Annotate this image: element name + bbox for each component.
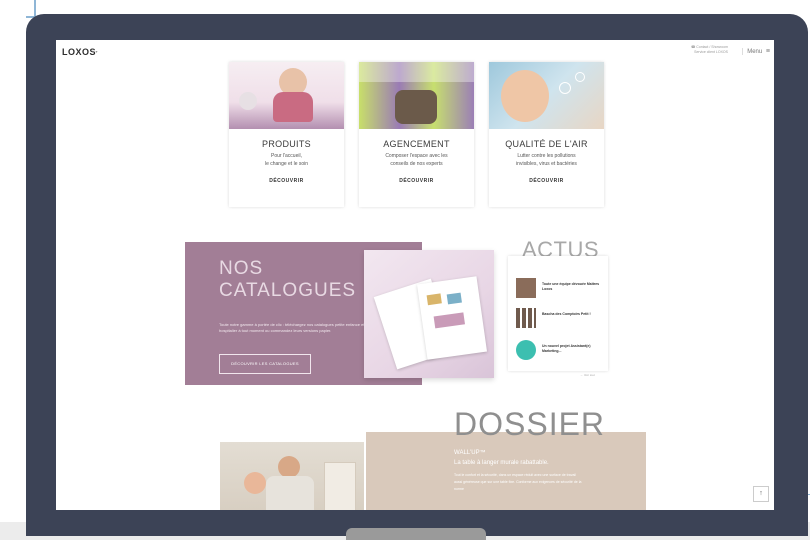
card-image <box>359 62 474 129</box>
contact-links[interactable]: ☎ Contact / Showroom Service client LOXO… <box>691 45 728 55</box>
news-item[interactable]: Toute une équipe dévouée Maîtres Loxos <box>516 278 606 302</box>
discover-link[interactable]: DÉCOUVRIR <box>229 178 344 184</box>
news-item[interactable]: Bascha des Comptoirs Petit ! <box>516 308 606 332</box>
title-line: CATALOGUES <box>219 280 357 301</box>
title-line: NOS <box>219 258 264 279</box>
news-title: Un nouvel projet Assistant(e) Marketing.… <box>542 344 591 353</box>
logo[interactable]: LOXOS <box>62 47 96 57</box>
dossier-subtitle: La table à langer murale rabattable. <box>454 460 549 466</box>
news-thumbnail <box>516 278 536 298</box>
hamburger-icon: ≡ <box>765 48 770 55</box>
card-image <box>489 62 604 129</box>
dossier-panel <box>366 432 646 510</box>
card-agencement[interactable]: AGENCEMENT Composer l'espace avec les co… <box>359 62 474 207</box>
desc-line: invisibles, virus et bactéries <box>516 161 577 167</box>
menu-label: Menu <box>747 49 763 55</box>
monitor-stand <box>346 528 486 540</box>
desc-line: conseils de nos experts <box>390 161 443 167</box>
news-item[interactable]: Un nouvel projet Assistant(e) Marketing.… <box>516 340 606 364</box>
card-title: AGENCEMENT <box>383 139 450 149</box>
card-description: Lutter contre les pollutions invisibles,… <box>489 152 604 168</box>
discover-link[interactable]: DÉCOUVRIR <box>359 178 474 184</box>
desc-line: Pour l'accueil, <box>271 153 302 159</box>
card-produits[interactable]: PRODUITS Pour l'accueil, le change et le… <box>229 62 344 207</box>
card-description: Composer l'espace avec les conseils de n… <box>359 152 474 168</box>
desc-line: Lutter contre les pollutions <box>517 153 576 159</box>
news-title: Bascha des Comptoirs Petit ! <box>542 312 591 316</box>
news-thumbnail <box>516 308 536 328</box>
discover-link[interactable]: DÉCOUVRIR <box>489 178 604 184</box>
dossier-product[interactable]: WALL'UP™ <box>454 450 486 456</box>
news-title: Toute une équipe dévouée Maîtres Loxos <box>542 282 600 291</box>
scroll-top-button[interactable]: ↑ <box>753 486 769 502</box>
desc-line: le change et le soin <box>264 161 309 167</box>
dossier-photo[interactable] <box>220 442 364 510</box>
news-thumbnail <box>516 340 536 360</box>
card-image <box>229 62 344 129</box>
catalogue-book <box>417 276 487 360</box>
catalogues-text: Toute notre gamme à portée de clic : tél… <box>219 322 365 333</box>
dossier-text: Tout le confort et la sécurité, dans un … <box>454 473 582 491</box>
catalogue-image[interactable] <box>364 250 494 378</box>
language-selector[interactable]: fr ▾ <box>92 49 98 54</box>
catalogues-title: NOS CATALOGUES <box>219 258 356 302</box>
see-all-link[interactable]: → Voir tout <box>580 373 595 377</box>
card-title: PRODUITS <box>262 139 311 149</box>
card-qualite-air[interactable]: QUALITÉ DE L'AIR Lutter contre les pollu… <box>489 62 604 207</box>
menu-button[interactable]: Menu ≡ <box>742 48 770 55</box>
contact-line[interactable]: Service client LOXOS <box>691 50 728 55</box>
catalogues-button[interactable]: DÉCOUVRIR LES CATALOGUES <box>219 354 311 374</box>
card-description: Pour l'accueil, le change et le soin <box>229 152 344 168</box>
desc-line: Composer l'espace avec les <box>385 153 448 159</box>
actus-panel: Toute une équipe dévouée Maîtres Loxos B… <box>508 256 608 371</box>
card-title: QUALITÉ DE L'AIR <box>505 139 588 149</box>
website-screen: LOXOS fr ▾ ☎ Contact / Showroom Service … <box>56 40 774 510</box>
dossier-title: DOSSIER <box>454 406 606 442</box>
